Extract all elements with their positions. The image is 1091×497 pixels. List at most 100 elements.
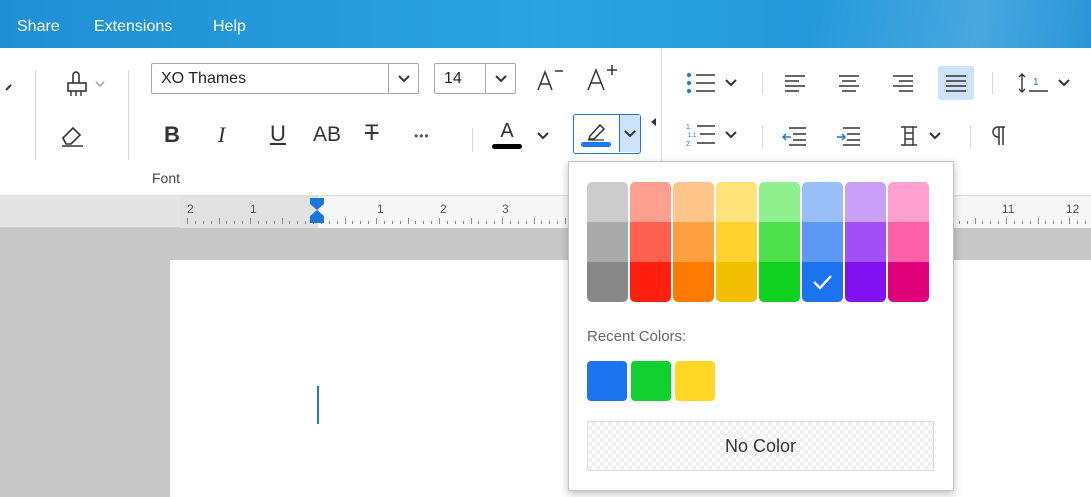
ruler-tick (494, 221, 495, 224)
font-name-combo[interactable]: XO Thames (151, 63, 419, 94)
font-size-combo[interactable]: 14 (434, 63, 516, 94)
color-swatch[interactable] (845, 262, 886, 302)
menu-share[interactable]: Share (17, 18, 60, 36)
bullets-button[interactable] (680, 68, 742, 98)
separator (472, 128, 473, 152)
color-swatch[interactable] (802, 182, 843, 222)
justify-button[interactable] (938, 66, 974, 100)
ruler-tick (360, 221, 361, 224)
color-swatch[interactable] (888, 222, 929, 262)
italic-button[interactable]: I (218, 124, 225, 146)
ruler-tick (408, 218, 409, 224)
ruler-tick (1069, 218, 1070, 224)
color-swatch[interactable] (673, 262, 714, 302)
color-swatch[interactable] (716, 182, 757, 222)
chevron-down-icon (1058, 79, 1070, 87)
indent-marker[interactable] (308, 196, 326, 226)
color-swatch[interactable] (759, 182, 800, 222)
color-swatch[interactable] (587, 182, 628, 222)
separator (35, 70, 36, 160)
no-color-button[interactable]: No Color (587, 421, 934, 471)
color-swatch[interactable] (759, 262, 800, 302)
ruler-tick (471, 218, 472, 224)
align-right-button[interactable] (886, 67, 920, 99)
color-swatch[interactable] (759, 222, 800, 262)
highlight-color-dropdown-button[interactable] (619, 115, 640, 152)
color-swatch[interactable] (630, 222, 671, 262)
color-swatch[interactable] (845, 182, 886, 222)
color-swatch[interactable] (587, 262, 628, 302)
chevron-down-icon (494, 74, 507, 82)
ruler-tick (998, 221, 999, 224)
uppercase-button[interactable]: AB (313, 124, 341, 145)
pilcrow-icon (992, 126, 1005, 145)
ruler-tick (415, 221, 416, 224)
color-swatch[interactable] (845, 222, 886, 262)
highlight-color-button[interactable] (576, 117, 616, 151)
ruler-tick (423, 221, 424, 224)
ruler-tick (203, 221, 204, 224)
ruler-number: 3 (502, 202, 509, 216)
color-swatch[interactable] (716, 262, 757, 302)
recent-color-swatch[interactable] (587, 361, 627, 401)
color-swatch[interactable] (716, 222, 757, 262)
align-right-icon (893, 75, 913, 92)
more-formatting-button[interactable]: ••• (414, 130, 430, 142)
align-center-button[interactable] (832, 67, 866, 99)
no-color-label: No Color (724, 435, 797, 456)
line-spacing-button[interactable]: 1 (1008, 67, 1078, 99)
bold-button[interactable]: B (164, 124, 180, 146)
recent-color-swatch[interactable] (631, 361, 671, 401)
color-swatch[interactable] (630, 262, 671, 302)
clear-formatting-button[interactable] (55, 118, 89, 152)
decrease-indent-button[interactable] (778, 120, 812, 152)
align-left-button[interactable] (778, 67, 812, 99)
color-swatch[interactable] (673, 182, 714, 222)
chevron-down-icon (624, 129, 636, 137)
ruler-tick (1030, 221, 1031, 224)
text-color-dropdown-button[interactable] (536, 130, 550, 142)
color-swatch[interactable] (888, 262, 929, 302)
ruler-tick (297, 221, 298, 224)
color-swatch[interactable] (630, 182, 671, 222)
color-swatch[interactable] (888, 182, 929, 222)
ruler-number: 1 (377, 202, 384, 216)
ruler-tick (982, 221, 983, 224)
show-formatting-marks-button[interactable] (986, 120, 1014, 152)
collapsed-caret-icon[interactable] (3, 81, 15, 95)
color-swatch[interactable] (587, 222, 628, 262)
menu-help[interactable]: Help (213, 18, 246, 36)
color-swatch[interactable] (673, 222, 714, 262)
chevron-down-icon (725, 79, 737, 87)
ruler-tick (211, 221, 212, 224)
ruler-tick (234, 221, 235, 224)
font-group-label: Font (152, 170, 181, 186)
increase-font-size-button[interactable] (582, 60, 622, 96)
strikethrough-button[interactable]: T (365, 122, 378, 144)
text-color-button[interactable]: A (488, 116, 526, 154)
collapse-group-icon[interactable] (649, 116, 657, 128)
increase-indent-button[interactable] (832, 120, 866, 152)
decrease-font-size-button[interactable] (532, 62, 568, 96)
format-painter-button[interactable] (56, 66, 112, 102)
text-color-letter: A (500, 120, 514, 142)
ruler-tick (439, 218, 440, 224)
font-name-dropdown-button[interactable] (388, 64, 418, 93)
color-swatch[interactable] (802, 222, 843, 262)
underline-button[interactable]: U (270, 123, 286, 145)
ruler-tick (1061, 221, 1062, 224)
ruler-tick (242, 221, 243, 224)
recent-color-swatch[interactable] (675, 361, 715, 401)
paragraph-spacing-button[interactable] (886, 120, 952, 152)
ruler-tick (455, 221, 456, 224)
numbering-button[interactable]: 1. 1.1. 2. (680, 118, 742, 152)
chevron-down-icon (725, 131, 737, 139)
menu-extensions[interactable]: Extensions (94, 18, 172, 36)
ruler-number: 1 (250, 202, 257, 216)
ruler-number: 2 (187, 202, 194, 216)
highlight-color-split-button[interactable] (573, 114, 641, 154)
font-size-dropdown-button[interactable] (485, 64, 515, 93)
outdent-icon (782, 127, 806, 146)
color-swatch[interactable] (802, 262, 843, 302)
ruler-tick (352, 221, 353, 224)
